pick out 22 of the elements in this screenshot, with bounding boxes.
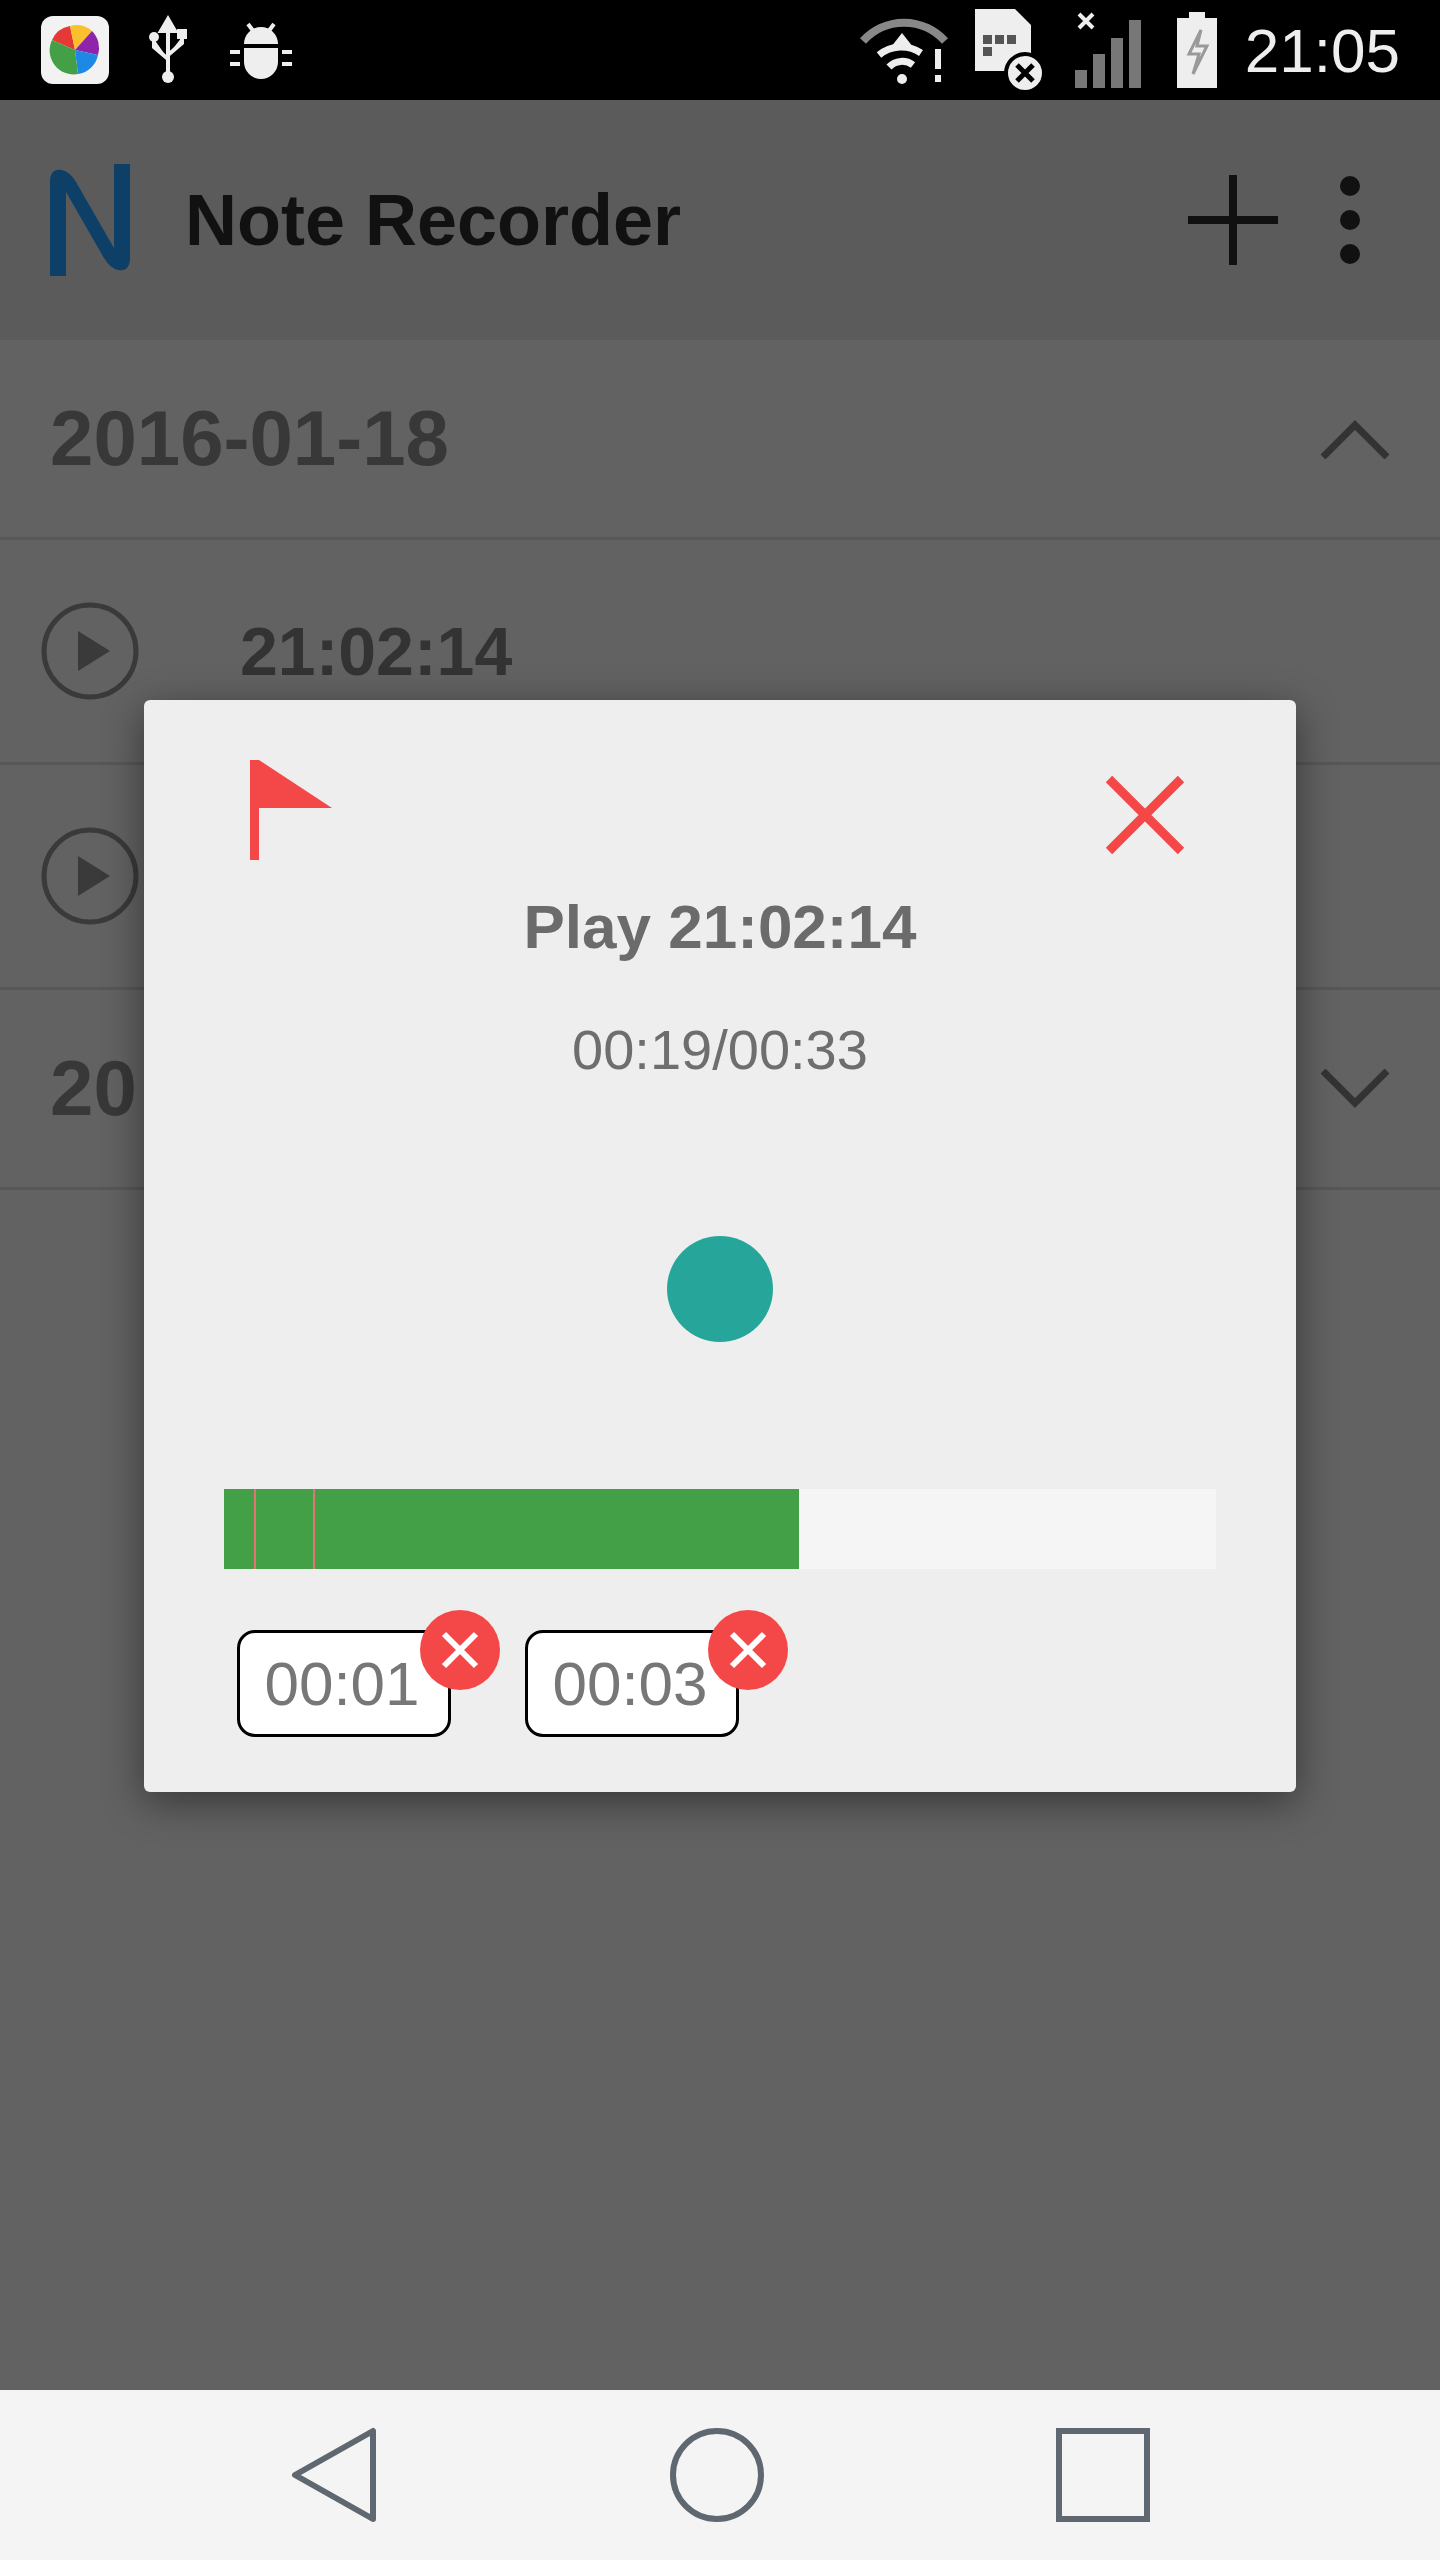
chevron-up-icon[interactable] bbox=[1320, 418, 1390, 459]
mark-chip[interactable]: 00:01 bbox=[237, 1630, 451, 1737]
add-button[interactable] bbox=[1188, 175, 1278, 265]
clock-time: 21:05 bbox=[1244, 14, 1400, 86]
app-icon bbox=[40, 15, 110, 85]
recents-button[interactable] bbox=[1055, 2427, 1151, 2523]
more-menu-icon[interactable] bbox=[1338, 175, 1362, 265]
mark-chip[interactable]: 00:03 bbox=[525, 1630, 739, 1737]
dialog-title: Play 21:02:14 bbox=[523, 892, 917, 962]
play-button[interactable] bbox=[40, 601, 140, 701]
playback-time: 00:19/00:33 bbox=[572, 1018, 868, 1082]
remove-mark-button[interactable] bbox=[420, 1610, 500, 1690]
usb-icon bbox=[148, 15, 188, 85]
play-button[interactable] bbox=[40, 826, 140, 926]
app-title: Note Recorder bbox=[185, 179, 683, 261]
battery-charging-icon bbox=[1174, 10, 1219, 90]
back-button[interactable] bbox=[289, 2427, 379, 2523]
remove-mark-button[interactable] bbox=[708, 1610, 788, 1690]
home-button[interactable] bbox=[669, 2427, 765, 2523]
progress-bar[interactable] bbox=[224, 1489, 1216, 1569]
chevron-down-icon[interactable] bbox=[1320, 1068, 1390, 1109]
flag-button[interactable] bbox=[250, 760, 332, 860]
